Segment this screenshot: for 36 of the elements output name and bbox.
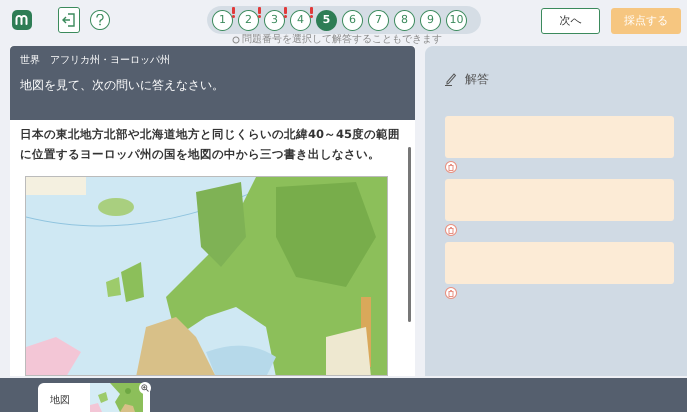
delete-button[interactable] (445, 287, 457, 299)
unit-label: 世界 アフリカ州・ヨーロッパ州 (20, 54, 171, 68)
delete-button[interactable] (445, 161, 457, 173)
question-number-button[interactable]: 5 (316, 10, 337, 30)
question-number-button[interactable]: 6 (342, 10, 363, 30)
trash-icon (448, 226, 454, 234)
next-button[interactable]: 次へ (541, 8, 600, 34)
map-tab[interactable]: 地図 (38, 383, 150, 412)
app-logo[interactable] (12, 10, 32, 30)
exit-button[interactable] (58, 7, 80, 33)
question-number-button[interactable]: 4 (290, 10, 311, 30)
question-number-button[interactable]: 1 (212, 10, 233, 30)
question-number-button[interactable]: 2 (238, 10, 259, 30)
help-button[interactable] (90, 10, 110, 30)
trash-icon (448, 164, 454, 170)
exit-icon (62, 12, 76, 28)
info-icon (232, 36, 240, 44)
question-number-button[interactable]: 10 (446, 10, 467, 30)
help-icon (96, 14, 104, 26)
answer-field[interactable] (445, 179, 674, 221)
question-number-button[interactable]: 7 (368, 10, 389, 30)
answer-field[interactable] (445, 242, 674, 284)
pager-hint: 問題番号を選択して解答することもできます (242, 34, 442, 45)
question-number-button[interactable]: 9 (420, 10, 441, 30)
zoom-icon (141, 384, 149, 392)
instruction-text: 地図を見て、次の問いに答えなさい。 (20, 77, 225, 94)
answer-field[interactable] (445, 116, 674, 158)
answer-title: 解答 (465, 71, 489, 88)
question-number-button[interactable]: 8 (394, 10, 415, 30)
question-prompt: 日本の東北地方北部や北海道地方と同じくらいの北緯40～45度の範囲に位置するヨーロッパ州の国を地図の中から三つ書き出しなさい。 (20, 126, 402, 163)
question-number-button[interactable]: 3 (264, 10, 285, 30)
trash-icon (448, 290, 454, 296)
pencil-icon (445, 72, 457, 86)
delete-button[interactable] (445, 224, 457, 236)
scrollbar[interactable] (408, 147, 411, 322)
zoom-button[interactable] (139, 382, 151, 394)
